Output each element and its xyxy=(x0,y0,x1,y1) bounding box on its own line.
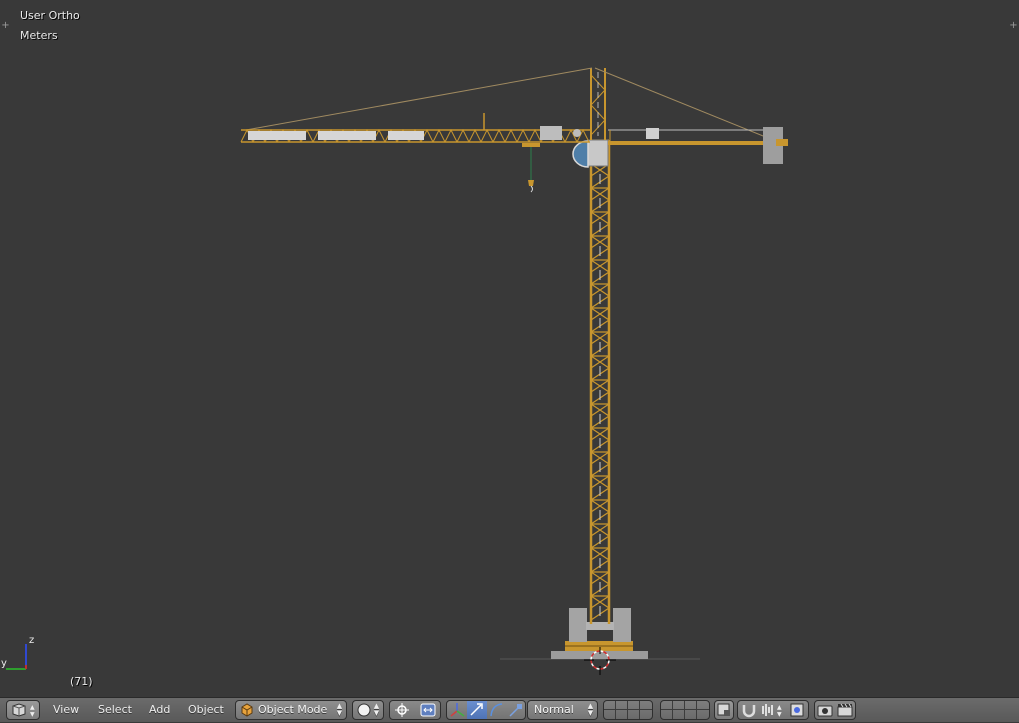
snap-group: ▲ ▼ xyxy=(737,700,809,720)
scale-icon xyxy=(509,704,522,717)
snap-element-icon: ▲ ▼ xyxy=(762,704,782,718)
3d-view-icon: ▲ ▼ xyxy=(12,703,35,718)
opengl-animation-button[interactable] xyxy=(836,701,855,719)
snap-target-button[interactable] xyxy=(788,701,808,719)
jib-tie-line xyxy=(245,67,593,131)
crane-mast xyxy=(589,139,611,624)
jib-walkway-panel xyxy=(248,131,306,140)
pivot-group xyxy=(389,700,441,720)
axis-gizmo-icon: z y xyxy=(1,635,34,670)
orientation-label: Normal xyxy=(534,703,574,716)
manipulator-scale-button[interactable] xyxy=(506,701,525,719)
translate-axis-icon xyxy=(450,703,465,717)
3d-view-header: ▲ ▼ View Select Add Object Object Mode ▲… xyxy=(0,697,1019,722)
render-clapper-icon xyxy=(837,703,853,717)
svg-text:▼: ▼ xyxy=(30,711,35,718)
object-cube-icon xyxy=(241,703,253,717)
snap-magnet-icon xyxy=(742,705,756,718)
svg-text:▲: ▲ xyxy=(777,704,782,711)
hook-block xyxy=(528,180,534,186)
jib-walkway-panel xyxy=(318,131,376,140)
snap-element-button[interactable]: ▲ ▼ xyxy=(760,701,786,719)
axis-y-label: y xyxy=(1,658,7,669)
svg-text:▼: ▼ xyxy=(777,711,782,718)
counter-jib-tie-line xyxy=(594,67,769,139)
3d-viewport[interactable]: User Ortho Meters (71) + + z y xyxy=(0,0,1019,697)
snap-toggle-button[interactable] xyxy=(739,701,759,719)
ballast-block-left xyxy=(569,608,587,642)
menu-object[interactable]: Object xyxy=(188,700,224,720)
editor-type-button[interactable]: ▲ ▼ xyxy=(6,700,40,720)
opengl-render-button[interactable] xyxy=(816,701,835,719)
snap-target-icon xyxy=(790,703,804,717)
manipulator-rotate-button[interactable] xyxy=(487,701,506,719)
render-camera-icon xyxy=(817,705,833,717)
lock-layers-icon xyxy=(717,703,730,716)
viewport-shading-selector[interactable]: ▲ ▼ xyxy=(352,700,384,720)
svg-text:▲: ▲ xyxy=(30,704,35,711)
lock-layers-button[interactable] xyxy=(714,700,734,720)
hoist-winch xyxy=(646,128,659,139)
layer-grid-2[interactable] xyxy=(660,700,710,720)
pivot-point-button[interactable] xyxy=(392,701,414,719)
dropdown-arrows-icon: ▲ ▼ xyxy=(336,702,343,717)
transform-orientation-selector[interactable]: Normal ▲ ▼ xyxy=(527,700,598,720)
ballast-block-right xyxy=(613,608,631,642)
slewing-unit xyxy=(587,139,609,167)
axis-z-label: z xyxy=(29,635,34,646)
jib-machinery xyxy=(540,126,562,140)
manipulator-translate-button[interactable] xyxy=(467,701,487,719)
hook xyxy=(530,185,533,193)
mode-selector[interactable]: Object Mode ▲ ▼ xyxy=(235,700,347,720)
manipulator-transform-icon xyxy=(420,703,436,717)
counter-jib xyxy=(608,127,788,164)
operator-cab xyxy=(572,140,589,168)
manipulator-toggle-button[interactable] xyxy=(418,701,440,719)
mode-label: Object Mode xyxy=(258,703,328,716)
menu-view[interactable]: View xyxy=(53,700,79,720)
dropdown-arrows-icon: ▲ ▼ xyxy=(587,702,594,717)
main-jib xyxy=(240,113,590,147)
menu-add[interactable]: Add xyxy=(149,700,170,720)
manipulator-group xyxy=(446,700,526,720)
solid-sphere-icon xyxy=(357,703,371,717)
render-group xyxy=(814,700,856,720)
rotate-arc-icon xyxy=(490,703,503,717)
pivot-point-icon xyxy=(395,703,409,717)
layer-grid-1[interactable] xyxy=(603,700,653,720)
jib-walkway-panel xyxy=(388,131,424,140)
dropdown-arrows-icon: ▲ ▼ xyxy=(373,702,380,717)
trolley xyxy=(522,143,540,147)
menu-select[interactable]: Select xyxy=(98,700,132,720)
crane-model[interactable]: z y xyxy=(0,0,1019,697)
tower-head xyxy=(590,68,606,140)
translate-arrow-icon xyxy=(470,703,483,716)
manipulator-translate-toggle[interactable] xyxy=(448,701,467,719)
